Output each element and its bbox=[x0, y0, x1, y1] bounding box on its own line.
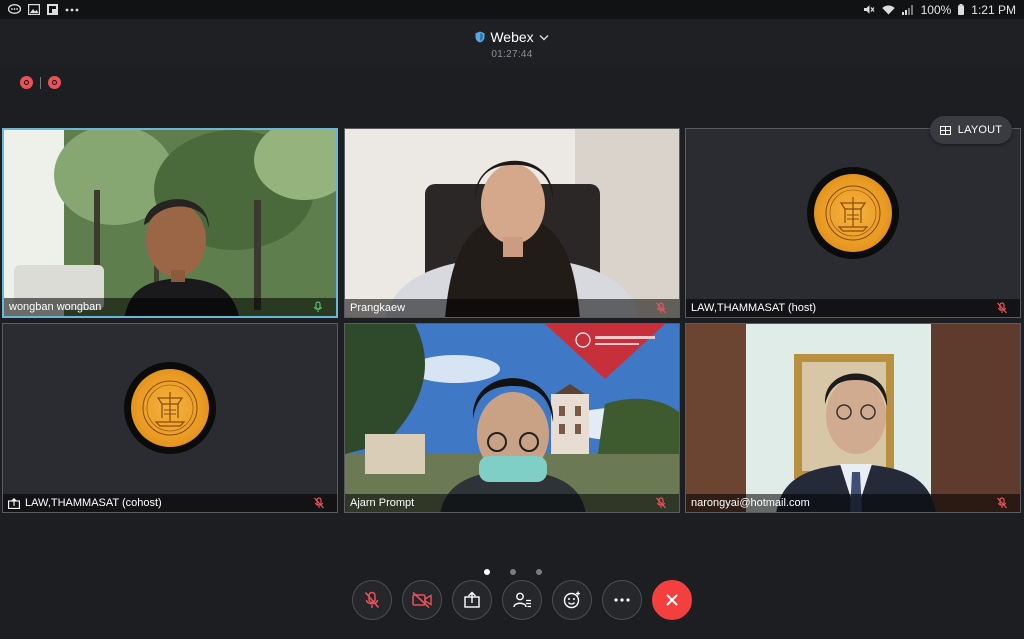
mic-muted-icon bbox=[997, 497, 1007, 509]
shield-icon bbox=[475, 31, 485, 43]
university-seal-avatar bbox=[807, 167, 899, 259]
video-tile[interactable]: LAW,THAMMASAT (host) bbox=[685, 128, 1021, 318]
alert-indicators bbox=[20, 76, 61, 89]
end-call-button[interactable] bbox=[652, 580, 692, 620]
chat-bubble-icon bbox=[8, 4, 21, 15]
page-indicator bbox=[484, 569, 542, 575]
mic-muted-icon bbox=[997, 302, 1007, 314]
meeting-header: Webex 01:27:44 bbox=[0, 19, 1024, 69]
share-icon bbox=[464, 591, 480, 608]
page-dot-active[interactable] bbox=[484, 569, 490, 575]
participant-name: LAW,THAMMASAT (cohost) bbox=[25, 497, 162, 509]
participant-name-bar: LAW,THAMMASAT (host) bbox=[686, 299, 1020, 317]
participant-name: wongban wongban bbox=[9, 301, 102, 313]
participant-name: LAW,THAMMASAT (host) bbox=[691, 302, 817, 314]
mic-muted-icon bbox=[364, 591, 380, 609]
mic-muted-icon bbox=[656, 302, 666, 314]
more-button[interactable] bbox=[602, 580, 642, 620]
participant-video bbox=[4, 130, 336, 316]
participant-name-bar: narongyai@hotmail.com bbox=[686, 494, 1020, 512]
video-tile[interactable]: Ajarn Prompt bbox=[344, 323, 680, 513]
video-off-icon bbox=[412, 591, 432, 609]
app-title: Webex bbox=[490, 29, 534, 45]
seal-icon bbox=[825, 185, 881, 241]
mute-button[interactable] bbox=[352, 580, 392, 620]
video-tile[interactable]: Prangkaew bbox=[344, 128, 680, 318]
participant-video bbox=[345, 324, 679, 512]
flipboard-icon bbox=[47, 4, 58, 15]
seal-icon bbox=[142, 380, 198, 436]
screen-share-icon bbox=[8, 497, 20, 509]
participants-icon bbox=[513, 592, 531, 608]
video-tile[interactable]: wongban wongban bbox=[2, 128, 338, 318]
meeting-timer: 01:27:44 bbox=[491, 49, 533, 60]
gallery-icon bbox=[28, 4, 40, 15]
meeting-title[interactable]: Webex bbox=[0, 29, 1024, 45]
more-icon bbox=[614, 598, 630, 602]
page-dot[interactable] bbox=[536, 569, 542, 575]
mic-muted-icon bbox=[656, 497, 666, 509]
reactions-icon bbox=[563, 591, 580, 609]
divider bbox=[40, 76, 41, 89]
signal-icon bbox=[901, 4, 914, 15]
layout-button[interactable]: LAYOUT bbox=[930, 116, 1012, 144]
battery-percent: 100% bbox=[920, 2, 952, 17]
chevron-down-icon bbox=[539, 34, 549, 41]
participant-name: Ajarn Prompt bbox=[350, 497, 415, 509]
network-alert-icon[interactable] bbox=[48, 76, 61, 89]
participant-name: narongyai@hotmail.com bbox=[691, 497, 810, 509]
participant-video bbox=[345, 129, 679, 317]
close-icon bbox=[666, 594, 678, 606]
wifi-icon bbox=[881, 5, 895, 15]
share-button[interactable] bbox=[452, 580, 492, 620]
reactions-button[interactable] bbox=[552, 580, 592, 620]
layout-button-label: LAYOUT bbox=[957, 124, 1003, 136]
participant-name: Prangkaew bbox=[350, 302, 406, 314]
participant-name-bar: Prangkaew bbox=[345, 299, 679, 317]
clock: 1:21 PM bbox=[971, 2, 1016, 17]
recording-alert-icon[interactable] bbox=[20, 76, 33, 89]
more-notifications-icon bbox=[65, 8, 79, 12]
volume-mute-icon bbox=[863, 4, 875, 15]
participant-name-bar: wongban wongban bbox=[4, 298, 336, 316]
participant-name-bar: Ajarn Prompt bbox=[345, 494, 679, 512]
video-tile[interactable]: narongyai@hotmail.com bbox=[685, 323, 1021, 513]
page-dot[interactable] bbox=[510, 569, 516, 575]
video-tile[interactable]: LAW,THAMMASAT (cohost) bbox=[2, 323, 338, 513]
participants-button[interactable] bbox=[502, 580, 542, 620]
video-button[interactable] bbox=[402, 580, 442, 620]
participant-video bbox=[686, 324, 1020, 512]
status-bar: 100% 1:21 PM bbox=[0, 0, 1024, 19]
call-controls bbox=[352, 580, 692, 620]
grid-icon bbox=[939, 125, 951, 135]
participant-name-bar: LAW,THAMMASAT (cohost) bbox=[3, 494, 337, 512]
mic-muted-icon bbox=[314, 497, 324, 509]
mic-on-icon bbox=[313, 301, 323, 312]
battery-icon bbox=[958, 4, 965, 15]
university-seal-avatar bbox=[124, 362, 216, 454]
